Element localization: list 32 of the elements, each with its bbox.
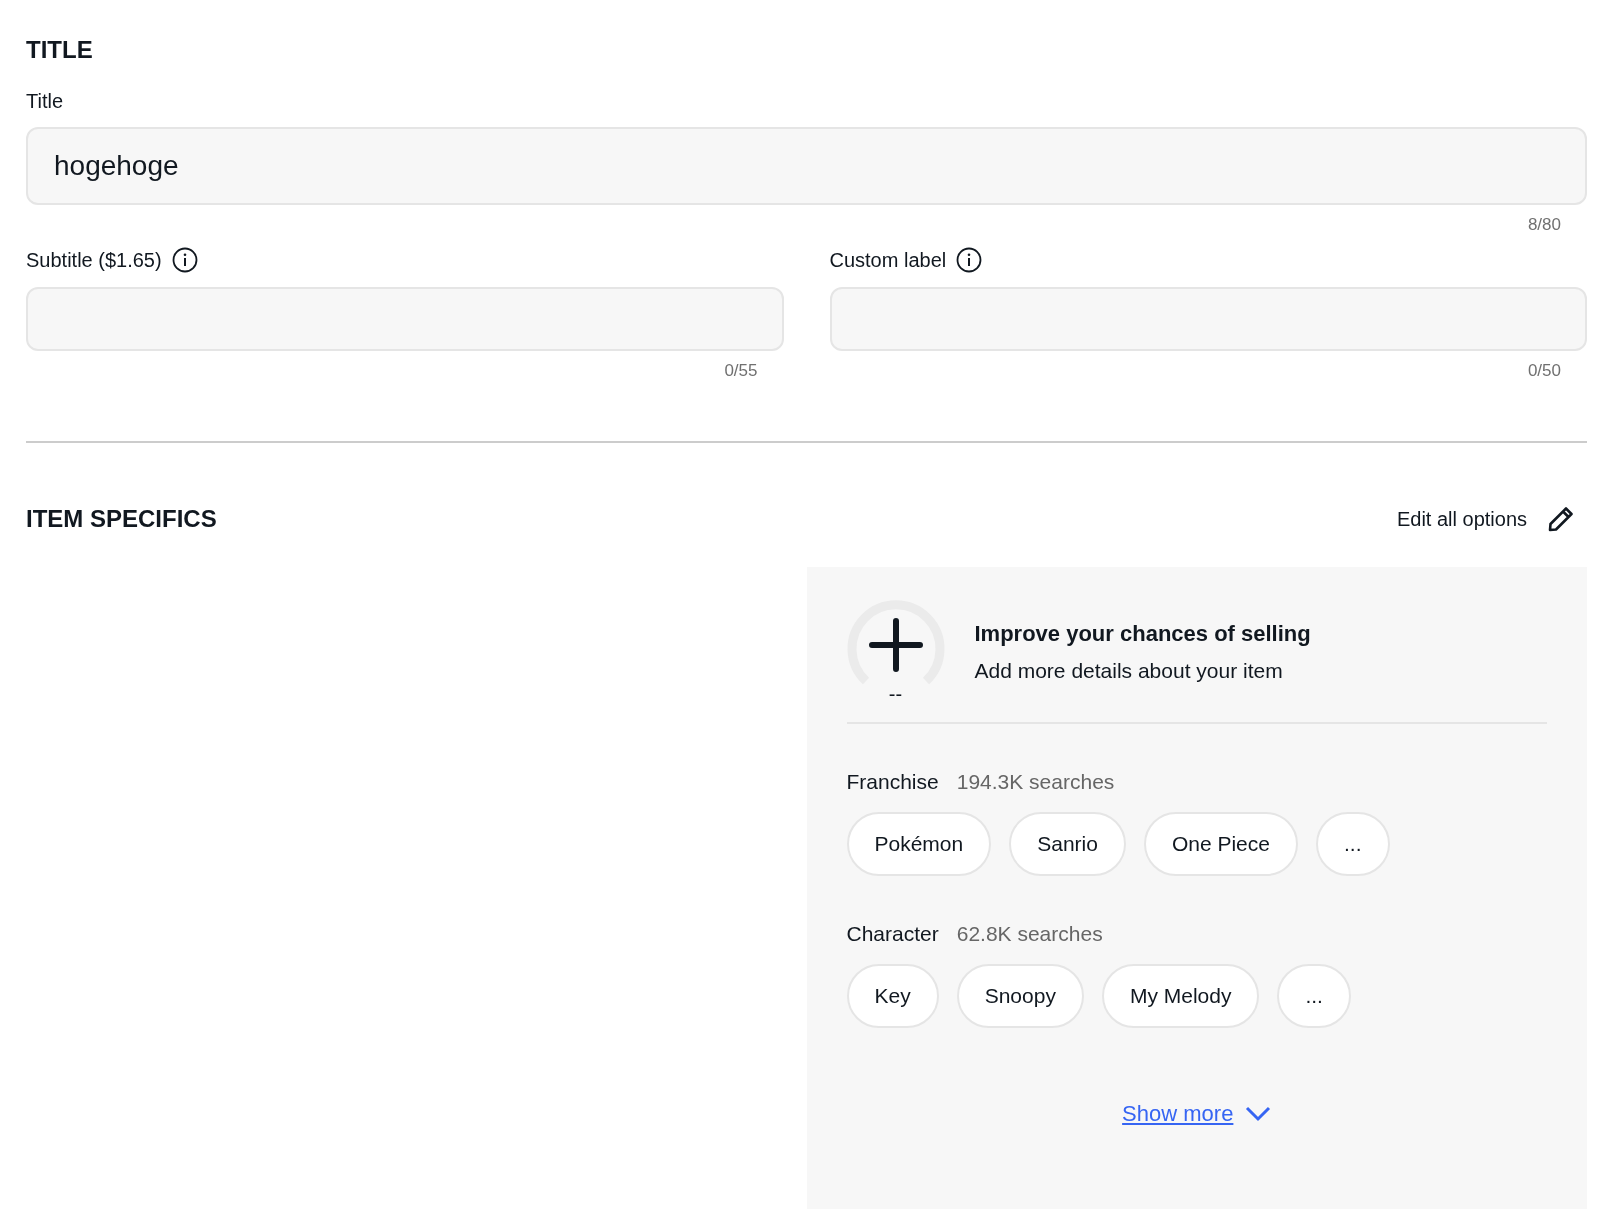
info-icon[interactable]: [956, 247, 983, 273]
suggestion-chip[interactable]: My Melody: [1101, 964, 1260, 1028]
chevron-down-icon: [1245, 1106, 1272, 1122]
character-counter: 8/80: [1527, 215, 1561, 235]
edit-all-options-link[interactable]: Edit all options: [1396, 505, 1587, 533]
info-icon[interactable]: [171, 247, 198, 273]
section-heading: TITLE: [26, 36, 93, 64]
field-label: Custom label: [829, 248, 947, 272]
aspect-name: Franchise: [846, 770, 939, 794]
panel-subtitle: Add more details about your item: [974, 658, 1283, 683]
pencil-icon: [1547, 505, 1575, 533]
show-more-link[interactable]: Show more: [1116, 1100, 1278, 1128]
field-label: Subtitle ($1.65): [26, 248, 162, 272]
suggestion-chip[interactable]: Snoopy: [956, 964, 1084, 1028]
score-value: --: [888, 683, 903, 706]
title-input-field[interactable]: hogehoge: [26, 127, 1587, 205]
search-count: 62.8K searches: [956, 922, 1103, 946]
text-input-field[interactable]: [26, 287, 784, 351]
suggestion-chip[interactable]: Key: [846, 964, 939, 1028]
panel-title: Improve your chances of selling: [974, 620, 1311, 647]
suggestion-chip[interactable]: Pokémon: [846, 812, 992, 876]
suggestion-chip[interactable]: ...: [1316, 812, 1390, 876]
field-label: Title: [26, 90, 64, 113]
character-counter: 0/55: [724, 361, 758, 381]
character-counter: 0/50: [1527, 361, 1561, 381]
section-heading: ITEM SPECIFICS: [26, 505, 217, 533]
suggestion-chip[interactable]: Sanrio: [1009, 812, 1126, 876]
aspect-name: Character: [846, 922, 939, 946]
text-input-field[interactable]: [829, 287, 1587, 351]
search-count: 194.3K searches: [956, 770, 1115, 794]
suggestion-chip[interactable]: ...: [1277, 964, 1351, 1028]
suggestion-chip[interactable]: One Piece: [1143, 812, 1298, 876]
